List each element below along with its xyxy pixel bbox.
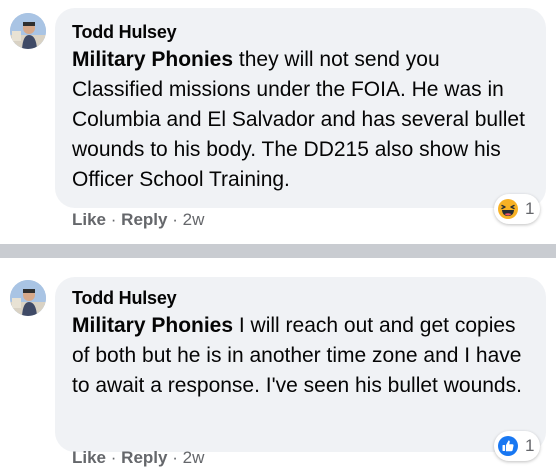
comment-author[interactable]: Todd Hulsey <box>72 287 529 309</box>
timestamp[interactable]: 2w <box>183 448 205 467</box>
reply-button[interactable]: Reply <box>121 448 167 467</box>
comment-bubble: Todd Hulsey Military Phonies I will reac… <box>55 277 546 452</box>
reaction-count: 1 <box>525 199 535 218</box>
avatar[interactable] <box>10 13 46 49</box>
like-button[interactable]: Like <box>72 448 106 467</box>
like-button[interactable]: Like <box>72 210 106 229</box>
timestamp[interactable]: 2w <box>183 210 205 229</box>
mention-link[interactable]: Military Phonies <box>72 48 233 71</box>
comment-author[interactable]: Todd Hulsey <box>72 21 529 43</box>
haha-icon <box>498 199 518 219</box>
profile-photo-icon <box>10 13 46 49</box>
reaction-count: 1 <box>525 436 535 455</box>
separator: · <box>110 448 117 467</box>
comment-bubble: Todd Hulsey Military Phonies they will n… <box>55 8 546 208</box>
comment-text: Military Phonies they will not send you … <box>72 45 529 195</box>
comment-actions: Like · Reply · 2w <box>72 448 204 468</box>
reaction-summary[interactable]: 1 <box>494 431 541 461</box>
comment: Todd Hulsey Military Phonies they will n… <box>0 0 556 244</box>
reply-button[interactable]: Reply <box>121 210 167 229</box>
reaction-summary[interactable]: 1 <box>494 194 541 224</box>
comment-actions: Like · Reply · 2w <box>72 210 204 230</box>
separator: · <box>172 448 178 467</box>
separator: · <box>110 210 117 229</box>
avatar[interactable] <box>10 280 46 316</box>
comment: Todd Hulsey Military Phonies I will reac… <box>0 258 556 474</box>
separator: · <box>172 210 178 229</box>
profile-photo-icon <box>10 280 46 316</box>
divider <box>0 244 556 258</box>
comment-text: Military Phonies I will reach out and ge… <box>72 311 529 401</box>
like-icon <box>498 436 518 456</box>
mention-link[interactable]: Military Phonies <box>72 314 233 337</box>
